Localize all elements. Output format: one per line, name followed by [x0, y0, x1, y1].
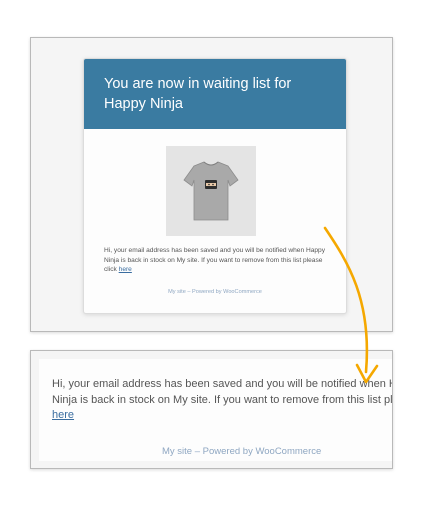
curved-arrow-icon: [323, 226, 379, 384]
